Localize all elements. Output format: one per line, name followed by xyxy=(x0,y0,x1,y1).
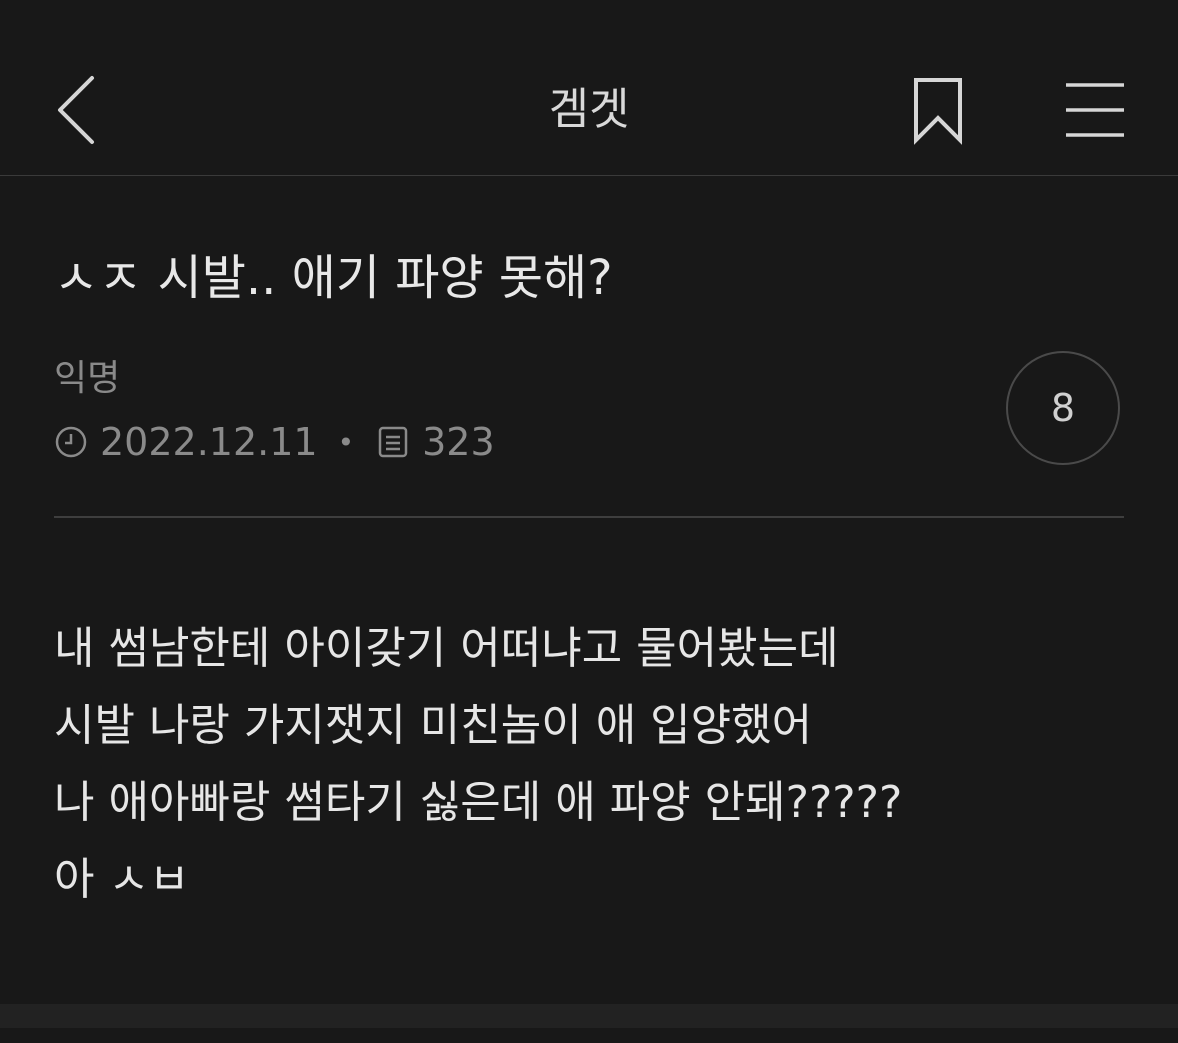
body-line: 나 애아빠랑 썸타기 싫은데 애 파양 안돼????? xyxy=(54,777,903,828)
bookmark-icon xyxy=(914,78,962,145)
post-meta: 2022.12.11 • 323 xyxy=(54,418,495,466)
post-date: 2022.12.11 xyxy=(100,420,318,464)
document-icon xyxy=(376,425,410,459)
top-bar: 겜겟 xyxy=(0,0,1178,176)
clock-icon xyxy=(54,425,88,459)
section-separator xyxy=(0,1004,1178,1028)
meta-separator: • xyxy=(337,425,355,459)
comment-count: 8 xyxy=(1050,386,1076,430)
hamburger-menu-icon xyxy=(1066,83,1124,137)
body-line: 시발 나랑 가지잿지 미친놈이 애 입양했어 xyxy=(54,700,813,751)
post-title: ㅅㅈ 시발.. 애기 파양 못해? xyxy=(54,250,613,306)
board-title: 겜겟 xyxy=(548,84,630,135)
body-line: 내 썸남한테 아이갖기 어떠냐고 물어봤는데 xyxy=(54,623,839,674)
menu-button[interactable] xyxy=(1060,78,1130,142)
bookmark-button[interactable] xyxy=(906,72,970,148)
comment-count-button[interactable]: 8 xyxy=(1006,351,1120,465)
author-name: 익명 xyxy=(54,358,121,399)
view-count: 323 xyxy=(422,420,495,464)
post-body: 내 썸남한테 아이갖기 어떠냐고 물어봤는데 시발 나랑 가지잿지 미친놈이 애… xyxy=(54,610,902,918)
post-screen: 겜겟 ㅅㅈ 시발.. 애기 파양 못해? 익명 2022.12.11 • 323… xyxy=(0,0,1178,1043)
divider xyxy=(54,516,1124,518)
body-line: 아 ㅅㅂ xyxy=(54,854,190,905)
